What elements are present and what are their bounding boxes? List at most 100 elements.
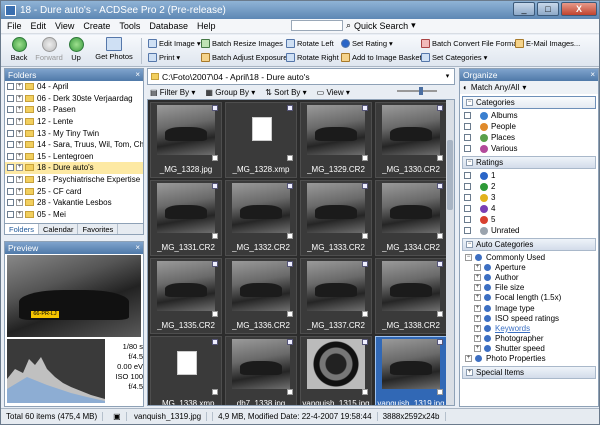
special-items-section[interactable]: + Special Items xyxy=(462,366,596,380)
thumbnail-item[interactable]: _MG_1331.CR2 xyxy=(150,180,222,256)
folder-item[interactable]: +18 - Psychiatrische Expertise xyxy=(5,174,143,186)
filter-by-button[interactable]: ▤ Filter By ▾ xyxy=(150,88,195,97)
expand-icon[interactable]: + xyxy=(16,141,23,149)
expand-icon[interactable]: + xyxy=(16,210,23,218)
expand-icon[interactable]: + xyxy=(474,294,481,302)
set-rating-button[interactable]: Set Rating ▾ xyxy=(341,39,393,48)
thumbnail-checkbox[interactable] xyxy=(212,155,218,161)
expand-icon[interactable]: + xyxy=(474,335,481,343)
folder-item[interactable]: +18 - Dure auto's xyxy=(5,162,143,174)
thumbnail-checkbox[interactable] xyxy=(437,155,443,161)
add-basket-button[interactable]: Add to Image Basket xyxy=(341,53,422,62)
rotate-right-button[interactable]: Rotate Right xyxy=(286,53,339,62)
expand-icon[interactable]: + xyxy=(474,314,481,322)
auto-categories-section[interactable]: − Auto Categories xyxy=(462,238,596,251)
category-item[interactable]: Places xyxy=(460,132,598,143)
collapse-icon[interactable]: − xyxy=(466,99,473,106)
thumbnail-checkbox[interactable] xyxy=(287,233,293,239)
rating-checkbox[interactable] xyxy=(464,216,471,223)
batch-adjust-button[interactable]: Batch Adjust Exposure xyxy=(201,53,287,62)
thumbnail-item[interactable]: _MG_1338.CR2 xyxy=(375,258,447,334)
match-any-all[interactable]: Match Any/All xyxy=(471,83,519,92)
expand-icon[interactable]: + xyxy=(474,263,481,271)
set-categories-button[interactable]: Set Categories ▾ xyxy=(421,53,487,62)
auto-category-item[interactable]: + ISO speed ratings xyxy=(460,313,598,323)
expand-icon[interactable]: + xyxy=(474,284,481,292)
rating-item[interactable]: 4 xyxy=(460,203,598,214)
thumbnail-item[interactable]: _MG_1335.CR2 xyxy=(150,258,222,334)
maximize-button[interactable]: □ xyxy=(537,2,559,16)
folder-checkbox[interactable] xyxy=(7,129,14,137)
expand-icon[interactable]: + xyxy=(466,369,473,377)
expand-icon[interactable]: + xyxy=(474,304,481,312)
thumbnail-checkbox[interactable] xyxy=(212,389,218,395)
chevron-down-icon[interactable]: ▾ xyxy=(443,72,452,81)
get-photos-button[interactable]: Get Photos xyxy=(95,37,133,61)
expand-icon[interactable]: + xyxy=(16,199,23,207)
thumbnail-checkbox[interactable] xyxy=(362,233,368,239)
folder-item[interactable]: +12 - Lente xyxy=(5,116,143,128)
search-icon[interactable]: ⌕ xyxy=(346,20,351,31)
thumbnail-item[interactable]: vanquish_1315.jpg xyxy=(300,336,372,405)
thumbnail-checkbox[interactable] xyxy=(362,389,368,395)
category-checkbox[interactable] xyxy=(464,123,471,130)
thumbnail-checkbox[interactable] xyxy=(437,233,443,239)
menu-help[interactable]: Help xyxy=(197,21,216,31)
thumbnail-checkbox[interactable] xyxy=(287,155,293,161)
folder-checkbox[interactable] xyxy=(7,106,14,114)
collapse-icon[interactable]: − xyxy=(466,241,473,248)
chevron-down-icon[interactable]: ▾ xyxy=(522,83,526,92)
view-button[interactable]: ▭ View ▾ xyxy=(317,88,350,97)
rating-checkbox[interactable] xyxy=(464,227,471,234)
auto-category-item[interactable]: + Keywords xyxy=(460,323,598,333)
auto-category-item[interactable]: + Image type xyxy=(460,303,598,313)
folder-checkbox[interactable] xyxy=(7,141,14,149)
expand-icon[interactable]: + xyxy=(16,152,23,160)
thumbnail-item[interactable]: _MG_1329.CR2 xyxy=(300,102,372,178)
scrollbar-thumb[interactable] xyxy=(447,140,453,210)
expand-icon[interactable]: + xyxy=(474,345,481,353)
ratings-section[interactable]: − Ratings xyxy=(462,156,596,169)
auto-category-item[interactable]: + File size xyxy=(460,283,598,293)
expand-icon[interactable]: + xyxy=(16,118,23,126)
auto-category-item[interactable]: + Photographer xyxy=(460,334,598,344)
thumbnail-checkbox[interactable] xyxy=(437,311,443,317)
thumbnail-size-slider[interactable] xyxy=(397,87,437,95)
thumbnail-item[interactable]: _MG_1328.xmp xyxy=(225,102,297,178)
category-item[interactable]: People xyxy=(460,121,598,132)
rating-item[interactable]: 2 xyxy=(460,181,598,192)
thumbnail-item[interactable]: _MG_1334.CR2 xyxy=(375,180,447,256)
batch-convert-button[interactable]: Batch Convert File Format xyxy=(421,39,520,48)
chevron-down-icon[interactable]: ▾ xyxy=(411,20,416,31)
category-item[interactable]: Various xyxy=(460,143,598,154)
batch-resize-button[interactable]: Batch Resize Images xyxy=(201,39,283,48)
menu-create[interactable]: Create xyxy=(83,21,110,31)
thumbnail-item[interactable]: _MG_1333.CR2 xyxy=(300,180,372,256)
edit-image-button[interactable]: Edit Image ▾ xyxy=(148,39,201,48)
minimize-button[interactable]: _ xyxy=(513,2,535,16)
path-text[interactable]: C:\Foto\2007\04 - April\18 - Dure auto's xyxy=(162,72,310,82)
thumbnail-item[interactable]: _MG_1338.xmp xyxy=(150,336,222,405)
thumbnail-item[interactable]: db7_1338.jpg xyxy=(225,336,297,405)
thumbnail-item[interactable]: _MG_1328.jpg xyxy=(150,102,222,178)
rating-item[interactable]: Unrated xyxy=(460,225,598,236)
rating-checkbox[interactable] xyxy=(464,194,471,201)
rotate-left-button[interactable]: Rotate Left xyxy=(286,39,334,48)
expand-icon[interactable]: + xyxy=(16,176,23,184)
category-checkbox[interactable] xyxy=(464,145,471,152)
rating-item[interactable]: 1 xyxy=(460,170,598,181)
thumbnail-item[interactable]: _MG_1330.CR2 xyxy=(375,102,447,178)
menu-tools[interactable]: Tools xyxy=(119,21,140,31)
expand-icon[interactable]: + xyxy=(474,324,481,332)
folder-checkbox[interactable] xyxy=(7,164,14,172)
expand-icon[interactable]: + xyxy=(474,273,481,281)
thumbnail-checkbox[interactable] xyxy=(362,311,368,317)
sort-by-button[interactable]: ⇅ Sort By ▾ xyxy=(265,88,306,97)
expand-icon[interactable]: + xyxy=(16,106,23,114)
thumbnail-checkbox[interactable] xyxy=(437,389,443,395)
thumbnail-item[interactable]: _MG_1337.CR2 xyxy=(300,258,372,334)
slider-knob[interactable] xyxy=(419,87,423,95)
folder-item[interactable]: +13 - My Tiny Twin xyxy=(5,127,143,139)
quick-search-label[interactable]: Quick Search xyxy=(354,21,408,31)
path-bar[interactable]: C:\Foto\2007\04 - April\18 - Dure auto's… xyxy=(147,68,455,85)
